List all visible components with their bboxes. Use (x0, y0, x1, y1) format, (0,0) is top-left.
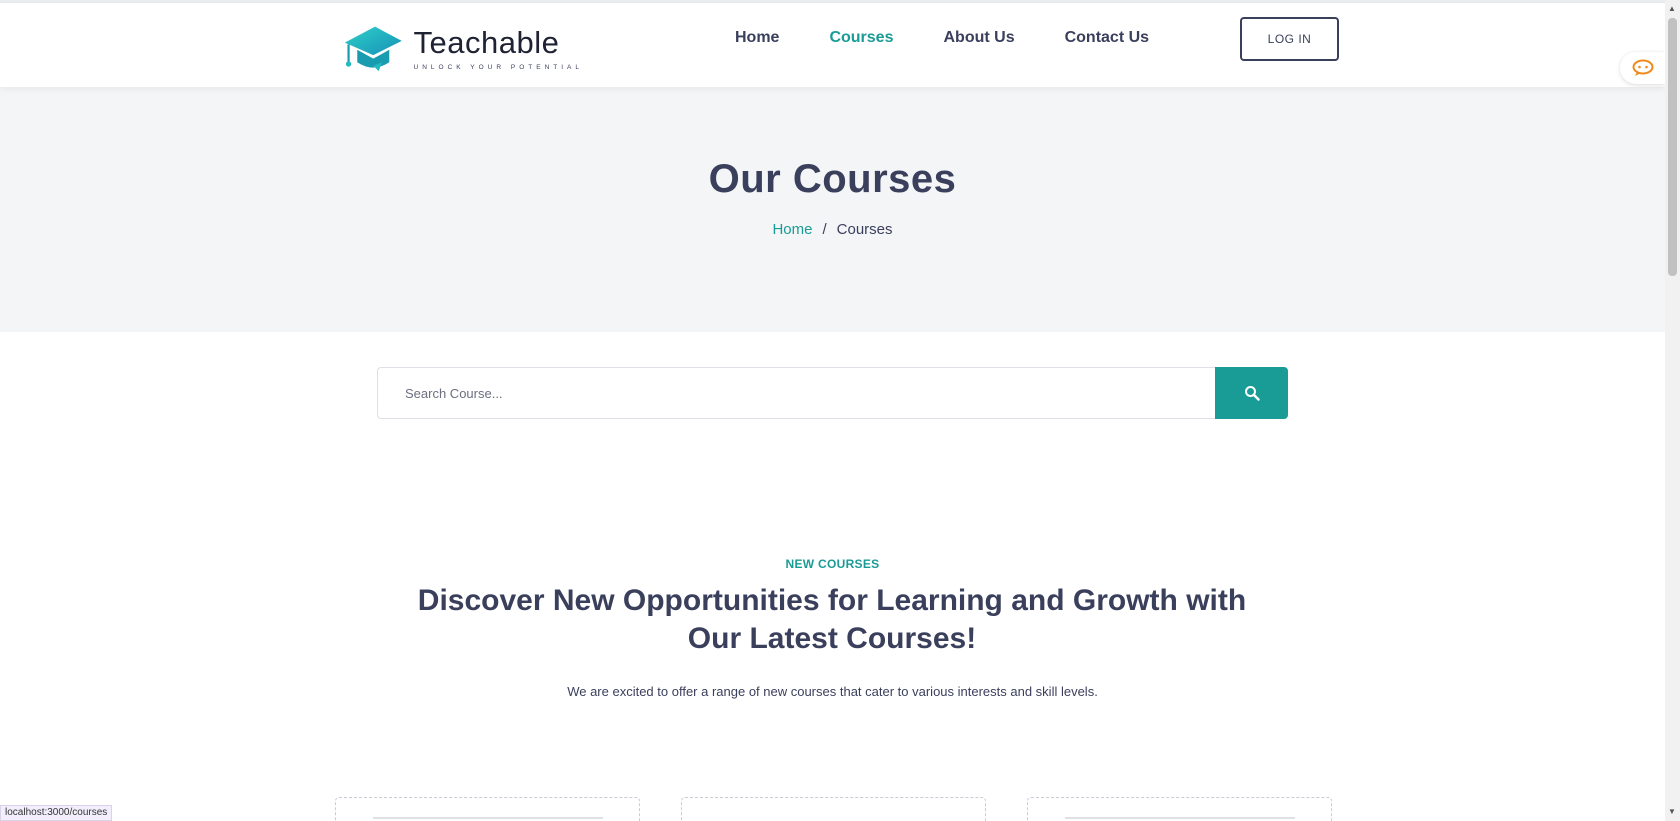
site-logo[interactable]: Teachable UNLOCK YOUR POTENTIAL (343, 20, 583, 76)
chat-bubble-icon (1632, 59, 1653, 76)
search-input[interactable] (377, 367, 1216, 419)
section-kicker: NEW COURSES (785, 557, 880, 571)
scroll-up-arrow-icon[interactable]: ▲ (1668, 4, 1676, 13)
search-button[interactable] (1215, 367, 1288, 419)
section-title: Discover New Opportunities for Learning … (417, 584, 1247, 655)
breadcrumb-separator: / (822, 221, 827, 238)
brand-name: Teachable (413, 24, 560, 60)
course-card[interactable] (335, 797, 640, 821)
chat-widget-button[interactable] (1620, 52, 1665, 84)
search-icon (1244, 386, 1260, 401)
course-search (377, 367, 1288, 419)
scroll-down-arrow-icon[interactable]: ▼ (1668, 807, 1676, 816)
nav-item-about-us[interactable]: About Us (943, 29, 1014, 47)
nav-item-courses[interactable]: Courses (829, 29, 893, 47)
brand-tagline: UNLOCK YOUR POTENTIAL (413, 63, 583, 71)
graduation-cap-icon (344, 26, 402, 72)
page-hero: Our Courses Home / Courses (0, 87, 1665, 332)
breadcrumb-home-link[interactable]: Home (772, 221, 812, 238)
nav-item-home[interactable]: Home (735, 29, 779, 47)
browser-status-url: localhost:3000/courses (0, 805, 113, 821)
course-card-image (1065, 817, 1295, 819)
breadcrumb: Home / Courses (0, 221, 1665, 238)
section-description: We are excited to offer a range of new c… (567, 684, 1098, 699)
logo-text: Teachable UNLOCK YOUR POTENTIAL (413, 24, 583, 71)
course-card-image (373, 817, 603, 819)
site-header: Teachable UNLOCK YOUR POTENTIAL Home Cou… (0, 3, 1665, 87)
scrollbar-thumb[interactable] (1668, 18, 1677, 276)
course-card[interactable] (1027, 797, 1332, 821)
page-title: Our Courses (708, 157, 957, 201)
main-nav: Home Courses About Us Contact Us (735, 29, 1199, 47)
breadcrumb-current: Courses (836, 221, 893, 238)
course-card[interactable] (681, 797, 986, 821)
login-button[interactable]: LOG IN (1240, 17, 1339, 61)
nav-item-contact-us[interactable]: Contact Us (1065, 29, 1149, 47)
page-scrollbar[interactable]: ▲ ▼ (1665, 0, 1680, 821)
